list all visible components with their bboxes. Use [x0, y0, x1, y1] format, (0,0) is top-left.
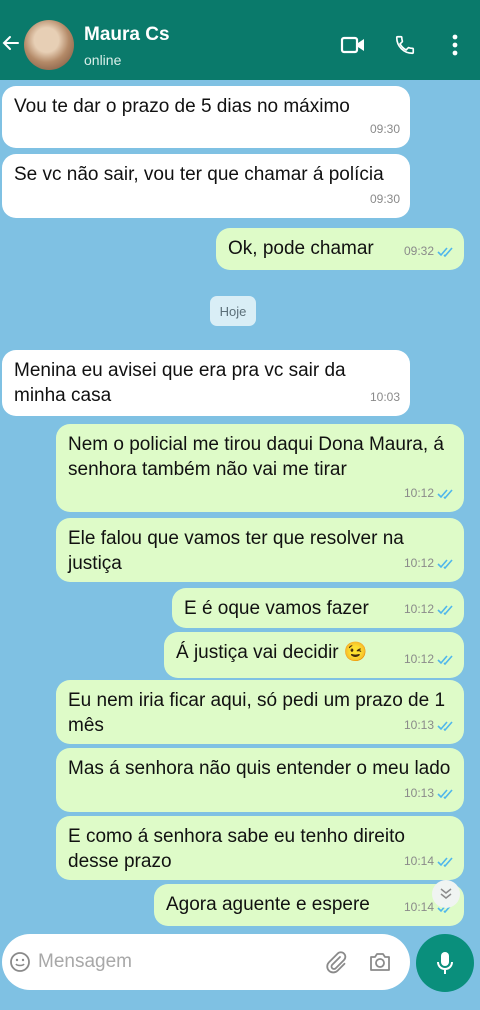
- voice-message-button[interactable]: [416, 934, 474, 992]
- read-receipt-icon: [437, 489, 453, 499]
- avatar[interactable]: [24, 20, 74, 70]
- message-time: 09:30: [369, 192, 400, 206]
- attach-button[interactable]: [324, 950, 348, 974]
- read-receipt-icon: [437, 655, 453, 665]
- read-receipt-icon: [437, 559, 453, 569]
- message-text: Nem o policial me tirou daqui Dona Maura…: [68, 434, 444, 480]
- message-text: Se vc não sair, vou ter que chamar á pol…: [14, 164, 384, 185]
- message-composer: [2, 934, 410, 990]
- emoji-icon: [10, 952, 30, 972]
- video-call-button[interactable]: [340, 32, 366, 58]
- read-receipt-icon: [437, 247, 453, 257]
- message-time: 09:32: [403, 244, 434, 258]
- message-text: Vou te dar o prazo de 5 dias no máximo: [14, 96, 350, 117]
- scroll-to-bottom-button[interactable]: [432, 880, 460, 908]
- message-incoming[interactable]: Menina eu avisei que era pra vc sair da …: [2, 350, 410, 416]
- message-time: 10:14: [403, 854, 434, 868]
- message-time: 10:13: [403, 786, 434, 800]
- read-receipt-icon: [437, 857, 453, 867]
- message-outgoing[interactable]: Ok, pode chamar 09:32: [216, 228, 464, 270]
- message-input[interactable]: [38, 946, 308, 978]
- message-time: 09:30: [369, 122, 400, 136]
- message-outgoing[interactable]: Agora aguente e espere 10:14: [154, 884, 464, 926]
- message-outgoing[interactable]: Á justiça vai decidir 😉 10:12: [164, 632, 464, 678]
- message-text: E como á senhora sabe eu tenho direito d…: [68, 826, 405, 872]
- message-outgoing[interactable]: Eu nem iria ficar aqui, só pedi um prazo…: [56, 680, 464, 744]
- contact-status: online: [84, 52, 122, 68]
- double-chevron-down-icon: [440, 888, 452, 899]
- message-outgoing[interactable]: E como á senhora sabe eu tenho direito d…: [56, 816, 464, 880]
- voice-call-button[interactable]: [392, 32, 418, 58]
- arrow-left-icon: [2, 36, 19, 50]
- camera-button[interactable]: [368, 950, 392, 974]
- message-outgoing[interactable]: Nem o policial me tirou daqui Dona Maura…: [56, 424, 464, 512]
- paperclip-icon: [326, 951, 347, 974]
- message-text: Eu nem iria ficar aqui, só pedi um prazo…: [68, 690, 446, 736]
- date-separator: Hoje: [210, 296, 256, 326]
- message-time: 10:14: [403, 900, 434, 914]
- message-text: Ele falou que vamos ter que resolver na …: [68, 528, 404, 574]
- back-button[interactable]: [0, 28, 22, 58]
- message-text: Menina eu avisei que era pra vc sair da …: [14, 360, 346, 406]
- message-outgoing[interactable]: Ele falou que vamos ter que resolver na …: [56, 518, 464, 582]
- message-time: 10:03: [369, 390, 400, 404]
- message-incoming[interactable]: Se vc não sair, vou ter que chamar á pol…: [2, 154, 410, 218]
- message-time: 10:12: [403, 556, 434, 570]
- message-outgoing[interactable]: Mas á senhora não quis entender o meu la…: [56, 748, 464, 812]
- message-time: 10:13: [403, 718, 434, 732]
- emoji-button[interactable]: [8, 950, 32, 974]
- message-time: 10:12: [403, 602, 434, 616]
- phone-icon: [395, 35, 415, 55]
- chat-header: Maura Cs online: [0, 0, 480, 80]
- camera-icon: [370, 953, 390, 971]
- message-time: 10:12: [403, 652, 434, 666]
- microphone-icon: [437, 952, 453, 974]
- message-incoming[interactable]: Vou te dar o prazo de 5 dias no máximo 0…: [2, 86, 410, 148]
- more-options-button[interactable]: [442, 32, 468, 58]
- message-time: 10:12: [403, 486, 434, 500]
- contact-name[interactable]: Maura Cs: [84, 24, 170, 46]
- read-receipt-icon: [437, 721, 453, 731]
- video-camera-icon: [340, 36, 364, 54]
- read-receipt-icon: [437, 605, 453, 615]
- message-text: Mas á senhora não quis entender o meu la…: [68, 758, 451, 779]
- more-vertical-icon: [452, 34, 458, 56]
- message-outgoing[interactable]: E é oque vamos fazer 10:12: [172, 588, 464, 628]
- read-receipt-icon: [437, 789, 453, 799]
